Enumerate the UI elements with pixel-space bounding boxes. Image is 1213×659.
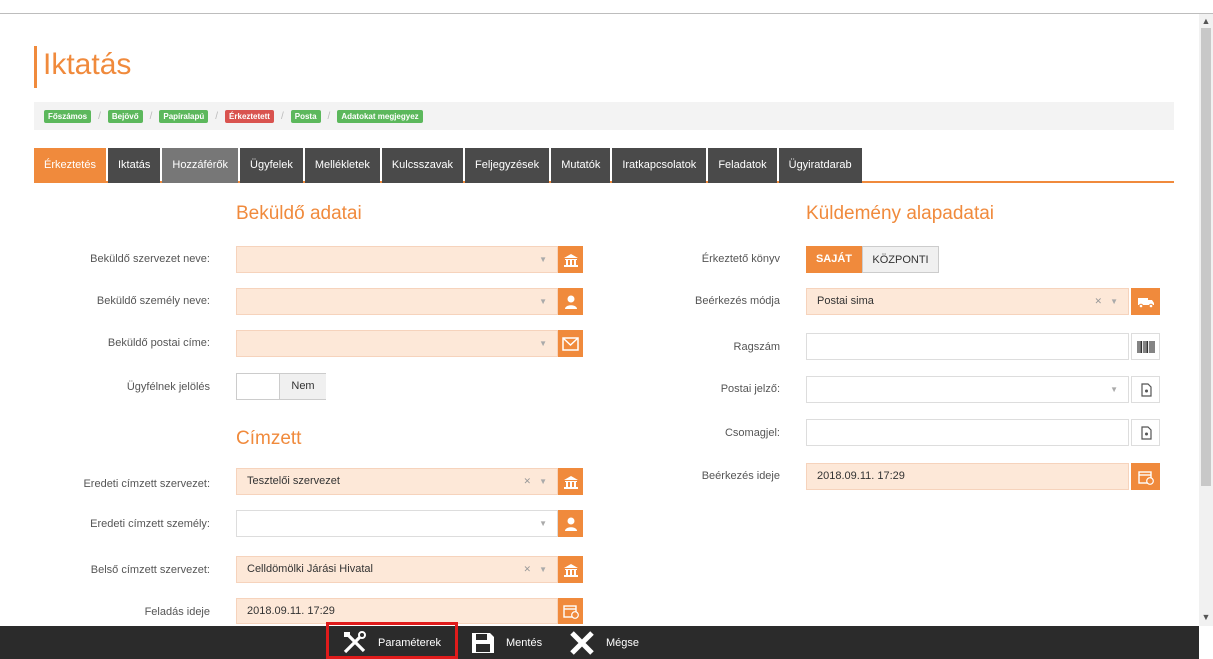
clear-icon[interactable]: ✕ — [1094, 289, 1102, 314]
chevron-down-icon: ▼ — [1110, 297, 1118, 306]
sender-org-label: Beküldő szervezet neve: — [90, 253, 210, 265]
cancel-button[interactable]: Mégse — [568, 626, 639, 659]
person-icon[interactable] — [558, 288, 583, 315]
scroll-down-arrow-icon[interactable]: ▼ — [1199, 610, 1213, 624]
arrival-mode-select[interactable]: Postai sima ✕ ▼ — [806, 288, 1129, 315]
sender-address-select[interactable]: ▼ — [236, 330, 558, 357]
orig-person-label: Eredeti címzett személy: — [90, 518, 210, 530]
sender-org-select[interactable]: ▼ — [236, 246, 558, 273]
delivery-truck-icon[interactable] — [1131, 288, 1160, 315]
package-input[interactable] — [806, 419, 1129, 446]
section-title-recipient: Címzett — [236, 428, 302, 449]
orig-person-select[interactable]: ▼ — [236, 510, 558, 537]
tag-label: Ragszám — [733, 341, 780, 353]
tag-input[interactable] — [806, 333, 1129, 360]
tab-hozzaferok[interactable]: Hozzáférők — [162, 148, 239, 183]
postal-mark-select[interactable]: ▼ — [806, 376, 1129, 403]
sender-person-select[interactable]: ▼ — [236, 288, 558, 315]
calendar-icon[interactable] — [1131, 463, 1160, 490]
tab-bar: Érkeztetés Iktatás Hozzáférők Ügyfelek M… — [34, 148, 1174, 183]
page-title: Iktatás — [43, 48, 132, 81]
send-time-value: 2018.09.11. 17:29 — [247, 605, 335, 617]
internal-org-value: Celldömölki Járási Hivatal — [247, 563, 373, 575]
send-time-input[interactable]: 2018.09.11. 17:29 — [236, 598, 558, 624]
package-label: Csomagjel: — [724, 427, 780, 439]
orig-org-select[interactable]: Tesztelői szervezet ✕ ▼ — [236, 468, 558, 495]
scroll-up-arrow-icon[interactable]: ▲ — [1199, 14, 1213, 28]
breadcrumb-item[interactable]: Érkeztetett — [225, 109, 274, 123]
chevron-down-icon: ▼ — [539, 255, 547, 264]
chevron-down-icon: ▼ — [539, 297, 547, 306]
chevron-down-icon: ▼ — [539, 565, 547, 574]
breadcrumb-item[interactable]: Bejövő — [107, 109, 143, 123]
highlight-box — [326, 622, 458, 659]
tab-feladatok[interactable]: Feladatok — [708, 148, 777, 183]
tab-iktatas[interactable]: Iktatás — [107, 148, 161, 183]
envelope-icon[interactable] — [558, 330, 583, 357]
save-button[interactable]: Mentés — [470, 626, 542, 659]
book-central-button[interactable]: KÖZPONTI — [862, 246, 939, 273]
arrival-time-label: Beérkezés ideje — [701, 470, 780, 482]
title-accent-bar — [34, 46, 37, 88]
tab-iratkapcsolatok[interactable]: Iratkapcsolatok — [612, 148, 707, 183]
save-label: Mentés — [506, 636, 543, 649]
sender-address-label: Beküldő postai címe: — [107, 337, 210, 349]
book-own-button[interactable]: SAJÁT — [806, 246, 862, 273]
tab-ugyiratdarab[interactable]: Ügyiratdarab — [778, 148, 862, 183]
app-window: ▲ ▼ Iktatás Főszámos / Bejövő / Papírala… — [0, 0, 1213, 659]
arrival-mode-value: Postai sima — [817, 295, 874, 307]
tab-erkeztetes[interactable]: Érkeztetés — [34, 148, 106, 183]
arrival-time-input[interactable]: 2018.09.11. 17:29 — [806, 463, 1129, 490]
section-title-sender: Beküldő adatai — [236, 203, 362, 224]
clear-icon[interactable]: ✕ — [523, 557, 531, 582]
internal-org-select[interactable]: Celldömölki Járási Hivatal ✕ ▼ — [236, 556, 558, 583]
tab-kulcsszavak[interactable]: Kulcsszavak — [381, 148, 463, 183]
breadcrumb-item[interactable]: Főszámos — [44, 109, 92, 123]
internal-org-label: Belső címzett szervezet: — [90, 564, 210, 576]
breadcrumb: Főszámos / Bejövő / Papíralapú / Érkezte… — [34, 102, 1174, 130]
client-mark-value: Nem — [279, 374, 326, 399]
chevron-down-icon: ▼ — [539, 477, 547, 486]
window-top-border — [0, 0, 1213, 14]
orig-org-label: Eredeti címzett szervezet: — [83, 478, 210, 490]
orig-org-value: Tesztelői szervezet — [247, 475, 340, 487]
breadcrumb-item[interactable]: Papíralapú — [159, 109, 209, 123]
cancel-label: Mégse — [606, 636, 640, 649]
floppy-disk-icon — [472, 632, 494, 653]
breadcrumb-item[interactable]: Adatokat megjegyez — [337, 109, 423, 123]
chevron-down-icon: ▼ — [539, 339, 547, 348]
institution-icon[interactable] — [558, 468, 583, 495]
tab-mellekletek[interactable]: Mellékletek — [304, 148, 380, 183]
client-mark-toggle[interactable]: Nem — [236, 373, 326, 400]
document-icon[interactable] — [1131, 419, 1160, 446]
client-mark-label: Ügyfélnek jelölés — [126, 381, 210, 393]
institution-icon[interactable] — [558, 556, 583, 583]
barcode-icon[interactable] — [1131, 333, 1160, 360]
chevron-down-icon: ▼ — [1110, 385, 1118, 394]
sender-person-label: Beküldő személy neve: — [96, 295, 210, 307]
tab-mutatok[interactable]: Mutatók — [551, 148, 611, 183]
calendar-icon[interactable] — [558, 598, 583, 624]
close-icon — [570, 630, 594, 655]
section-title-shipment: Küldemény alapadatai — [806, 203, 995, 224]
arrival-mode-label: Beérkezés módja — [695, 295, 780, 307]
breadcrumb-item[interactable]: Posta — [290, 109, 321, 123]
institution-icon[interactable] — [558, 246, 583, 273]
document-icon[interactable] — [1131, 376, 1160, 403]
tab-feljegyzesek[interactable]: Feljegyzések — [464, 148, 550, 183]
arrival-time-value: 2018.09.11. 17:29 — [817, 470, 905, 482]
clear-icon[interactable]: ✕ — [523, 469, 531, 494]
book-label: Érkeztető könyv — [701, 253, 780, 265]
tab-ugyfelek[interactable]: Ügyfelek — [240, 148, 303, 183]
send-time-label: Feladás ideje — [144, 606, 210, 618]
scrollbar-thumb[interactable] — [1201, 28, 1211, 486]
person-icon[interactable] — [558, 510, 583, 537]
chevron-down-icon: ▼ — [539, 519, 547, 528]
postal-mark-label: Postai jelző: — [720, 383, 780, 395]
